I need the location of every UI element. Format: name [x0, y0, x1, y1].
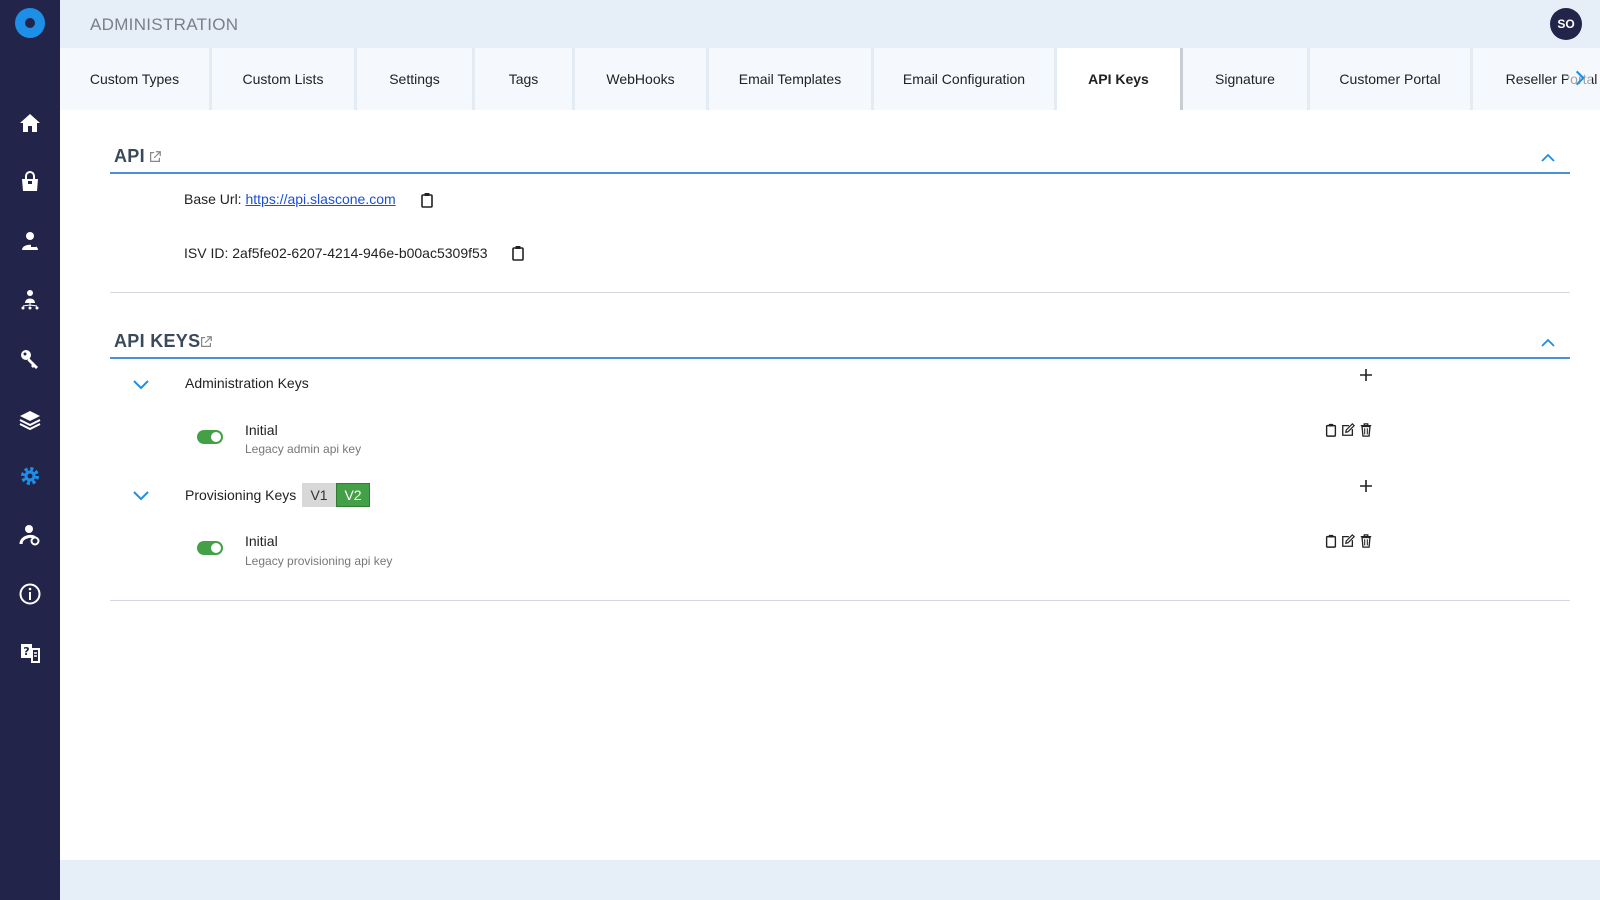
- tab-tags[interactable]: Tags: [475, 48, 575, 110]
- sidebar: ?: [0, 0, 60, 900]
- api-section-divider: [110, 292, 1570, 293]
- isv-id-row: ISV ID: 2af5fe02-6207-4214-946e-b00ac530…: [184, 245, 488, 261]
- tab-api-keys[interactable]: API Keys: [1057, 48, 1183, 110]
- user-avatar[interactable]: SO: [1550, 8, 1582, 40]
- tab-webhooks[interactable]: WebHooks: [575, 48, 709, 110]
- user-settings-icon[interactable]: [15, 520, 45, 550]
- admin-tabs: Custom Types Custom Lists Settings Tags …: [60, 48, 1600, 110]
- external-link-icon[interactable]: [148, 150, 162, 164]
- home-icon[interactable]: [15, 108, 45, 138]
- api-version-toggle: V1 V2: [302, 483, 370, 507]
- tab-signature[interactable]: Signature: [1183, 48, 1310, 110]
- version-v1-button[interactable]: V1: [302, 483, 336, 507]
- edit-icon[interactable]: [1341, 534, 1355, 548]
- shopping-bag-icon[interactable]: [15, 167, 45, 197]
- tab-customer-portal[interactable]: Customer Portal: [1310, 48, 1473, 110]
- key-icon[interactable]: [15, 344, 45, 374]
- trash-icon[interactable]: [1359, 534, 1373, 548]
- admin-key-name: Initial: [245, 422, 278, 438]
- external-link-icon[interactable]: [199, 335, 213, 349]
- gear-icon[interactable]: [15, 461, 45, 491]
- add-admin-key-icon[interactable]: [1358, 367, 1374, 383]
- base-url-label: Base Url:: [184, 191, 242, 207]
- copy-base-url-icon[interactable]: [420, 192, 434, 208]
- api-section-header[interactable]: API: [110, 144, 1570, 174]
- tab-custom-lists[interactable]: Custom Lists: [212, 48, 357, 110]
- api-keys-section-divider: [110, 600, 1570, 601]
- administration-keys-label: Administration Keys: [185, 375, 309, 391]
- main-content: API Base Url: https://api.slascone.com I…: [60, 110, 1600, 860]
- chevron-down-icon[interactable]: [132, 489, 150, 501]
- info-icon[interactable]: [15, 579, 45, 609]
- tab-email-configuration[interactable]: Email Configuration: [874, 48, 1057, 110]
- trash-icon[interactable]: [1359, 423, 1373, 437]
- help-docs-icon[interactable]: ?: [15, 638, 45, 668]
- copy-key-icon[interactable]: [1324, 534, 1338, 548]
- chevron-up-icon[interactable]: [1540, 150, 1556, 164]
- copy-key-icon[interactable]: [1324, 423, 1338, 437]
- page-title: ADMINISTRATION: [90, 15, 239, 34]
- customer-icon[interactable]: [15, 226, 45, 256]
- app-logo[interactable]: [15, 8, 45, 38]
- chevron-down-icon[interactable]: [132, 378, 150, 390]
- add-provisioning-key-icon[interactable]: [1358, 478, 1374, 494]
- admin-key-toggle[interactable]: [197, 430, 223, 444]
- svg-text:?: ?: [23, 645, 29, 658]
- provisioning-keys-label: Provisioning Keys: [185, 487, 297, 503]
- admin-key-description: Legacy admin api key: [245, 442, 362, 456]
- api-keys-section-header[interactable]: API KEYS: [110, 329, 1570, 359]
- users-network-icon[interactable]: [15, 285, 45, 315]
- copy-isv-id-icon[interactable]: [511, 245, 525, 261]
- edit-icon[interactable]: [1341, 423, 1355, 437]
- provisioning-key-name: Initial: [245, 533, 278, 549]
- version-v2-button[interactable]: V2: [336, 483, 370, 507]
- isv-id-label: ISV ID:: [184, 245, 229, 261]
- tab-custom-types[interactable]: Custom Types: [60, 48, 212, 110]
- api-section-title: API: [114, 146, 145, 166]
- top-header: ADMINISTRATION SO: [60, 0, 1600, 48]
- tabs-scroll-right-icon[interactable]: [1568, 66, 1592, 90]
- layers-icon[interactable]: [15, 405, 45, 435]
- base-url-link[interactable]: https://api.slascone.com: [245, 191, 395, 207]
- footer-band: [60, 860, 1600, 900]
- tab-settings[interactable]: Settings: [357, 48, 475, 110]
- provisioning-key-description: Legacy provisioning api key: [245, 554, 393, 568]
- isv-id-value: 2af5fe02-6207-4214-946e-b00ac5309f53: [232, 245, 488, 261]
- provisioning-key-toggle[interactable]: [197, 541, 223, 555]
- api-keys-section-title: API KEYS: [114, 331, 201, 351]
- tab-email-templates[interactable]: Email Templates: [709, 48, 874, 110]
- chevron-up-icon[interactable]: [1540, 335, 1556, 349]
- base-url-row: Base Url: https://api.slascone.com: [184, 191, 396, 207]
